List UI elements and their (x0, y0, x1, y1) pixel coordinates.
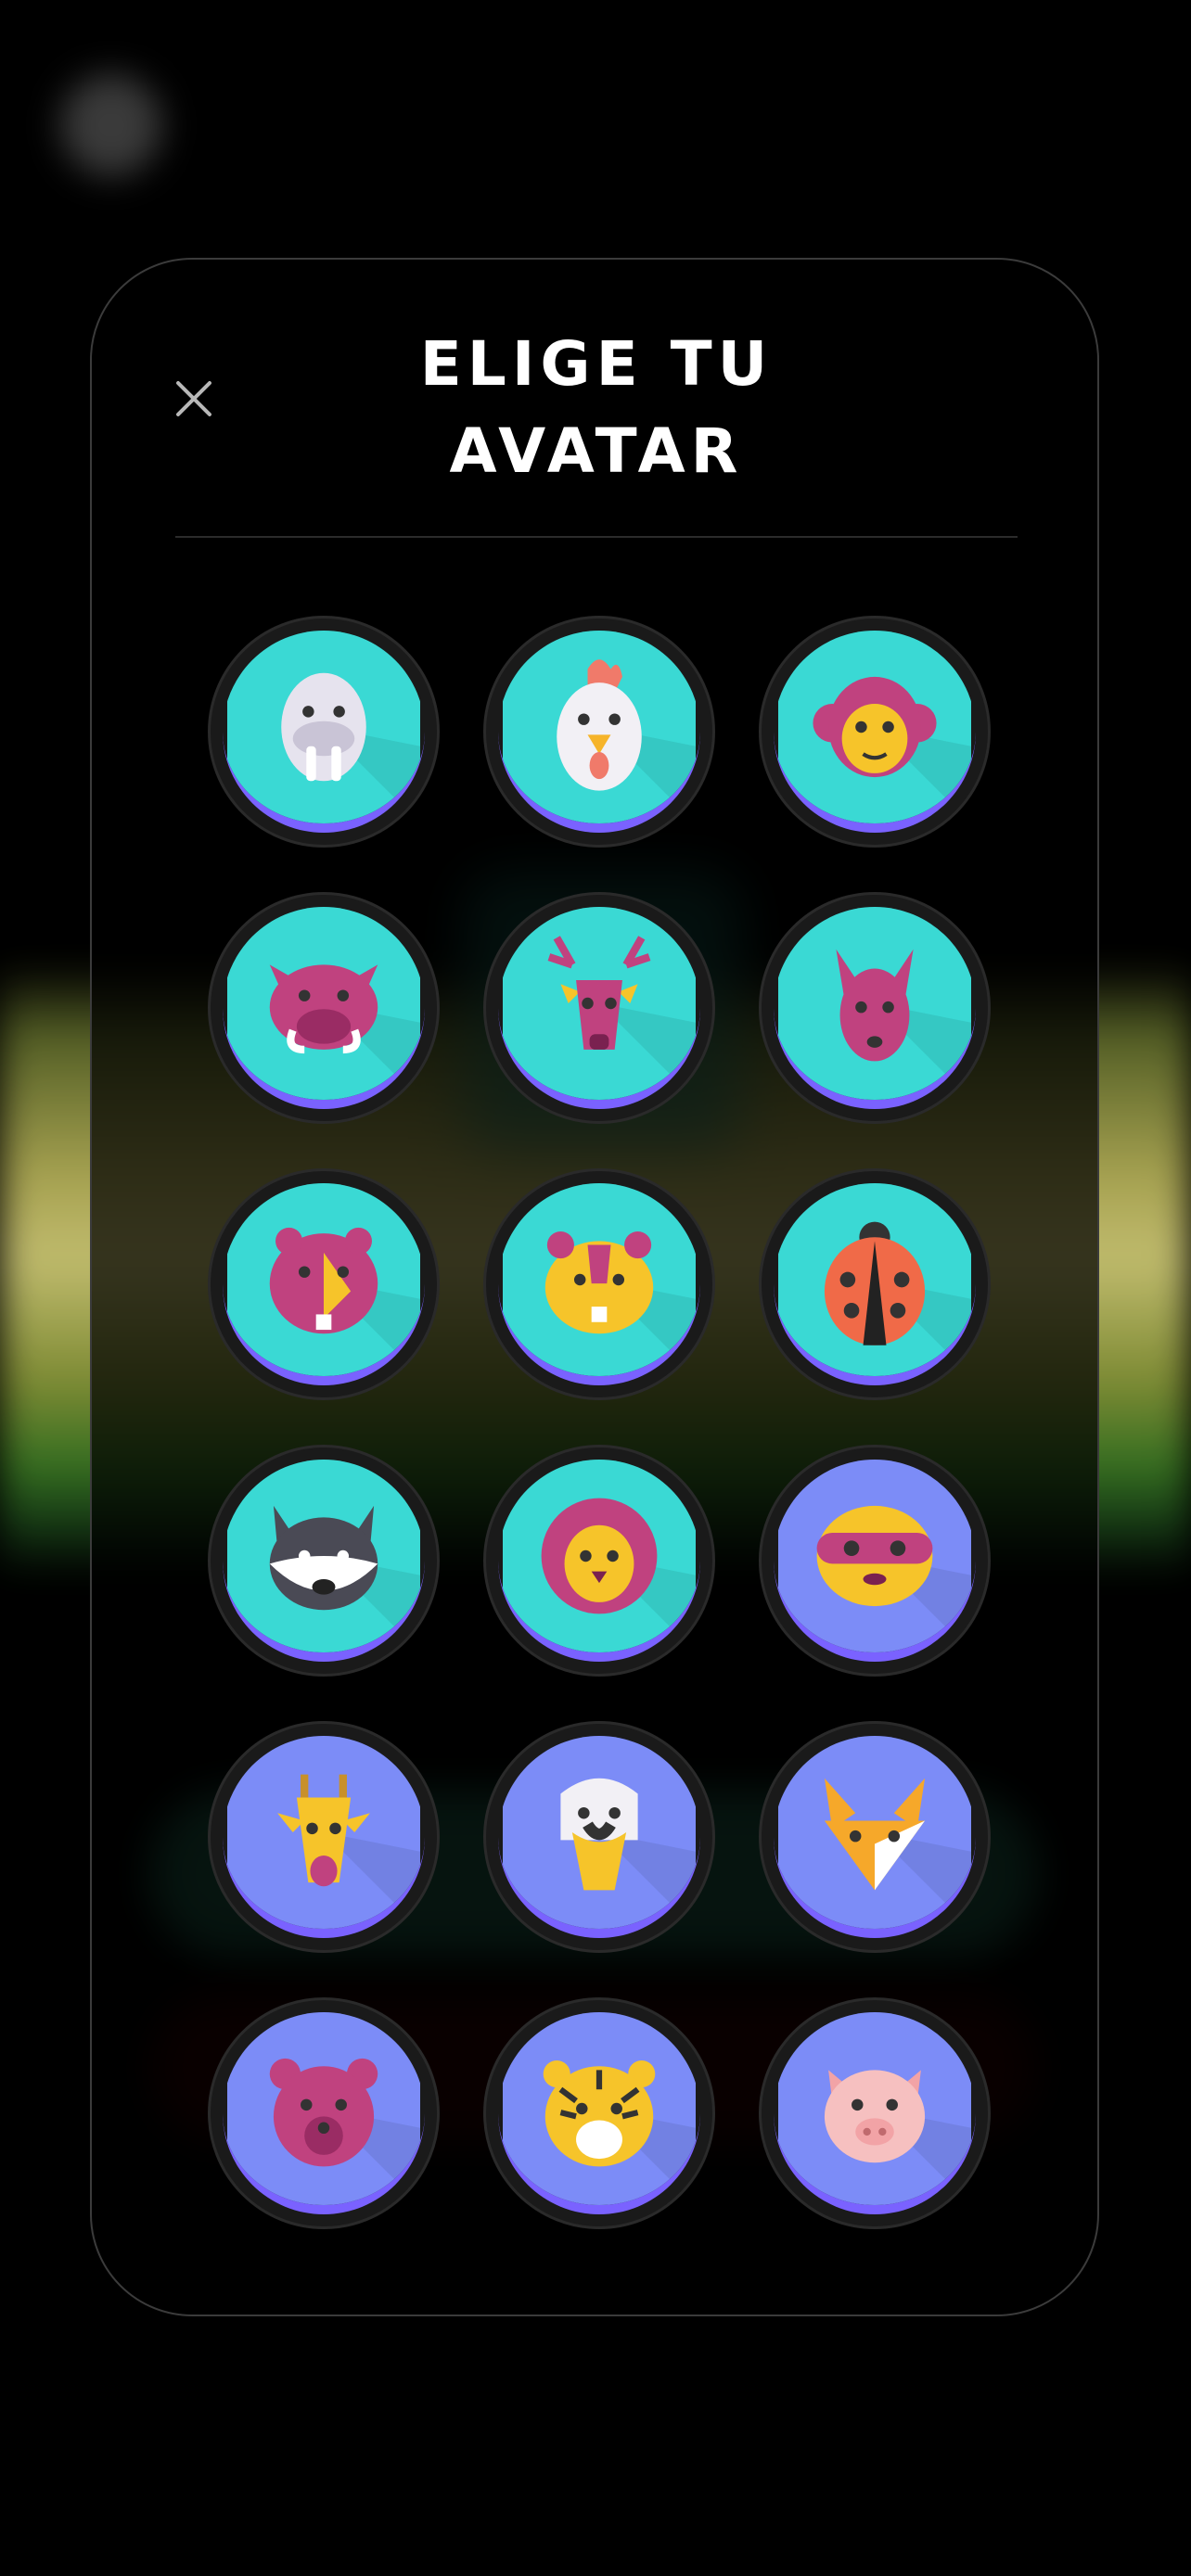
fox-icon (774, 1736, 976, 1938)
background-blur-dot (60, 74, 162, 176)
avatar-option-fox[interactable] (759, 1721, 991, 1953)
raccoon-icon (223, 1460, 425, 1662)
deer-icon (498, 907, 700, 1109)
title-divider (175, 536, 1018, 538)
bear-icon (223, 2012, 425, 2214)
avatar-grid (208, 616, 991, 2229)
monkey-icon (774, 631, 976, 833)
avatar-option-boar[interactable] (208, 892, 440, 1124)
tiger-icon (498, 2012, 700, 2214)
ladybug-icon (774, 1183, 976, 1385)
avatar-option-sloth[interactable] (759, 1445, 991, 1677)
avatar-picker-modal: ELIGE TU AVATAR (90, 258, 1099, 2316)
rooster-icon (498, 631, 700, 833)
avatar-option-eagle[interactable] (483, 1721, 715, 1953)
close-icon[interactable] (166, 371, 222, 427)
avatar-option-tiger[interactable] (483, 1997, 715, 2229)
avatar-option-chipmunk[interactable] (483, 1168, 715, 1400)
avatar-option-ladybug[interactable] (759, 1168, 991, 1400)
avatar-option-giraffe[interactable] (208, 1721, 440, 1953)
avatar-option-rooster[interactable] (483, 616, 715, 848)
chipmunk-icon (498, 1183, 700, 1385)
modal-title-line1: ELIGE TU (419, 328, 774, 400)
avatar-option-bear[interactable] (208, 1997, 440, 2229)
walrus-icon (223, 631, 425, 833)
avatar-option-lion[interactable] (483, 1445, 715, 1677)
lion-icon (498, 1460, 700, 1662)
boar-icon (223, 907, 425, 1109)
pig-icon (774, 2012, 976, 2214)
eagle-icon (498, 1736, 700, 1938)
giraffe-icon (223, 1736, 425, 1938)
hamster-icon (223, 1183, 425, 1385)
avatar-option-hamster[interactable] (208, 1168, 440, 1400)
avatar-option-kangaroo[interactable] (759, 892, 991, 1124)
modal-title-line2: AVATAR (449, 415, 744, 487)
kangaroo-icon (774, 907, 976, 1109)
avatar-option-walrus[interactable] (208, 616, 440, 848)
modal-title: ELIGE TU AVATAR (277, 321, 916, 495)
avatar-option-monkey[interactable] (759, 616, 991, 848)
avatar-option-pig[interactable] (759, 1997, 991, 2229)
avatar-option-raccoon[interactable] (208, 1445, 440, 1677)
avatar-option-deer[interactable] (483, 892, 715, 1124)
sloth-icon (774, 1460, 976, 1662)
